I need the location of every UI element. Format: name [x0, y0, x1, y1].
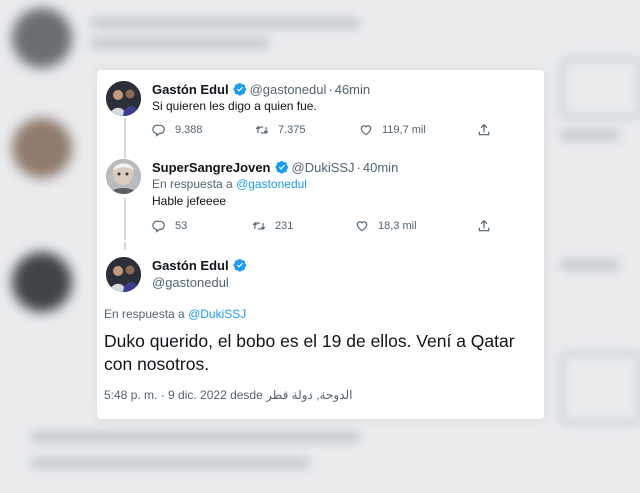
verified-badge-icon	[233, 82, 246, 96]
reply-count: 53	[175, 220, 188, 232]
bg-line	[560, 260, 620, 270]
thread-line	[124, 118, 126, 158]
separator: ·	[356, 160, 361, 175]
avatar[interactable]	[106, 159, 141, 194]
avatar[interactable]	[106, 81, 141, 116]
tweet-actions: 9.388 7.375 119,7 mil	[152, 123, 512, 139]
bg-frame	[558, 55, 640, 121]
separator: ·	[328, 82, 333, 97]
avatar-photo-icon	[106, 159, 141, 194]
reply-count: 9.388	[175, 124, 203, 136]
like-count: 18,3 mil	[378, 220, 417, 232]
like-count: 119,7 mil	[382, 124, 426, 136]
reply-to-link[interactable]: @DukiSSJ	[188, 307, 246, 321]
like-button[interactable]: 119,7 mil	[359, 123, 426, 137]
author-handle[interactable]: @DukiSSJ	[292, 160, 355, 175]
retweet-button[interactable]: 231	[252, 219, 293, 233]
bg-avatar	[12, 252, 72, 312]
tweet-header: Gastón Edul	[152, 257, 250, 275]
avatar[interactable]	[106, 257, 141, 292]
avatar-photo-icon	[106, 81, 141, 116]
author-handle[interactable]: @gastonedul	[152, 275, 229, 290]
reply-prefix: En respuesta a	[104, 307, 185, 321]
avatar-photo-icon	[106, 257, 141, 292]
thread-line	[124, 242, 126, 250]
reply-button[interactable]: 53	[152, 219, 187, 233]
tweet-text: Si quieren les digo a quien fue.	[152, 99, 317, 113]
bg-avatar	[12, 8, 72, 68]
verified-badge-icon	[233, 258, 246, 272]
author-name[interactable]: Gastón Edul	[152, 82, 229, 97]
retweet-icon	[255, 126, 269, 134]
retweet-count: 231	[275, 220, 294, 232]
reply-prefix: En respuesta a	[152, 177, 233, 191]
share-icon	[478, 123, 490, 136]
reply-to-link[interactable]: @gastonedul	[236, 177, 307, 191]
bg-line	[560, 130, 620, 140]
reply-icon	[152, 124, 165, 137]
thread-line	[124, 198, 126, 240]
bg-line	[30, 432, 360, 442]
tweet-timestamp[interactable]: 5:48 p. m. · 9 dic. 2022 desde الدوحة, د…	[104, 388, 352, 402]
share-icon	[478, 219, 490, 232]
reply-icon	[152, 220, 165, 233]
tweet-actions: 53 231 18,3 mil	[152, 219, 512, 235]
share-button[interactable]	[477, 219, 500, 233]
heart-icon	[356, 221, 368, 232]
like-button[interactable]: 18,3 mil	[355, 219, 417, 233]
bg-line	[90, 38, 270, 48]
retweet-count: 7.375	[278, 124, 306, 136]
bg-line	[90, 18, 360, 28]
tweet-text: Hable jefeeee	[152, 194, 227, 208]
reply-context: En respuesta a @gastonedul	[152, 177, 307, 191]
bg-frame	[558, 350, 640, 426]
author-name[interactable]: Gastón Edul	[152, 258, 229, 273]
reply-button[interactable]: 9.388	[152, 123, 203, 137]
author-name[interactable]: SuperSangreJoven	[152, 160, 271, 175]
retweet-button[interactable]: 7.375	[255, 123, 306, 137]
main-tweet-text: Duko querido, el bobo es el 19 de ellos.…	[104, 331, 515, 374]
tweet-time[interactable]: 40min	[363, 160, 398, 175]
bg-line	[30, 458, 310, 468]
author-handle[interactable]: @gastonedul	[250, 82, 327, 97]
tweet-thread-card: Gastón Edul @gastonedul · 46min Si quieren …	[97, 70, 544, 419]
tweet-header: SuperSangreJoven @DukiSSJ · 40min	[152, 159, 398, 177]
tweet-time[interactable]: 46min	[335, 82, 370, 97]
tweet-header: Gastón Edul @gastonedul · 46min	[152, 81, 370, 99]
reply-context: En respuesta a @DukiSSJ	[104, 307, 246, 321]
heart-icon	[360, 125, 372, 136]
retweet-icon	[252, 222, 266, 230]
share-button[interactable]	[477, 123, 500, 137]
verified-badge-icon	[275, 160, 288, 174]
bg-avatar	[12, 118, 72, 178]
